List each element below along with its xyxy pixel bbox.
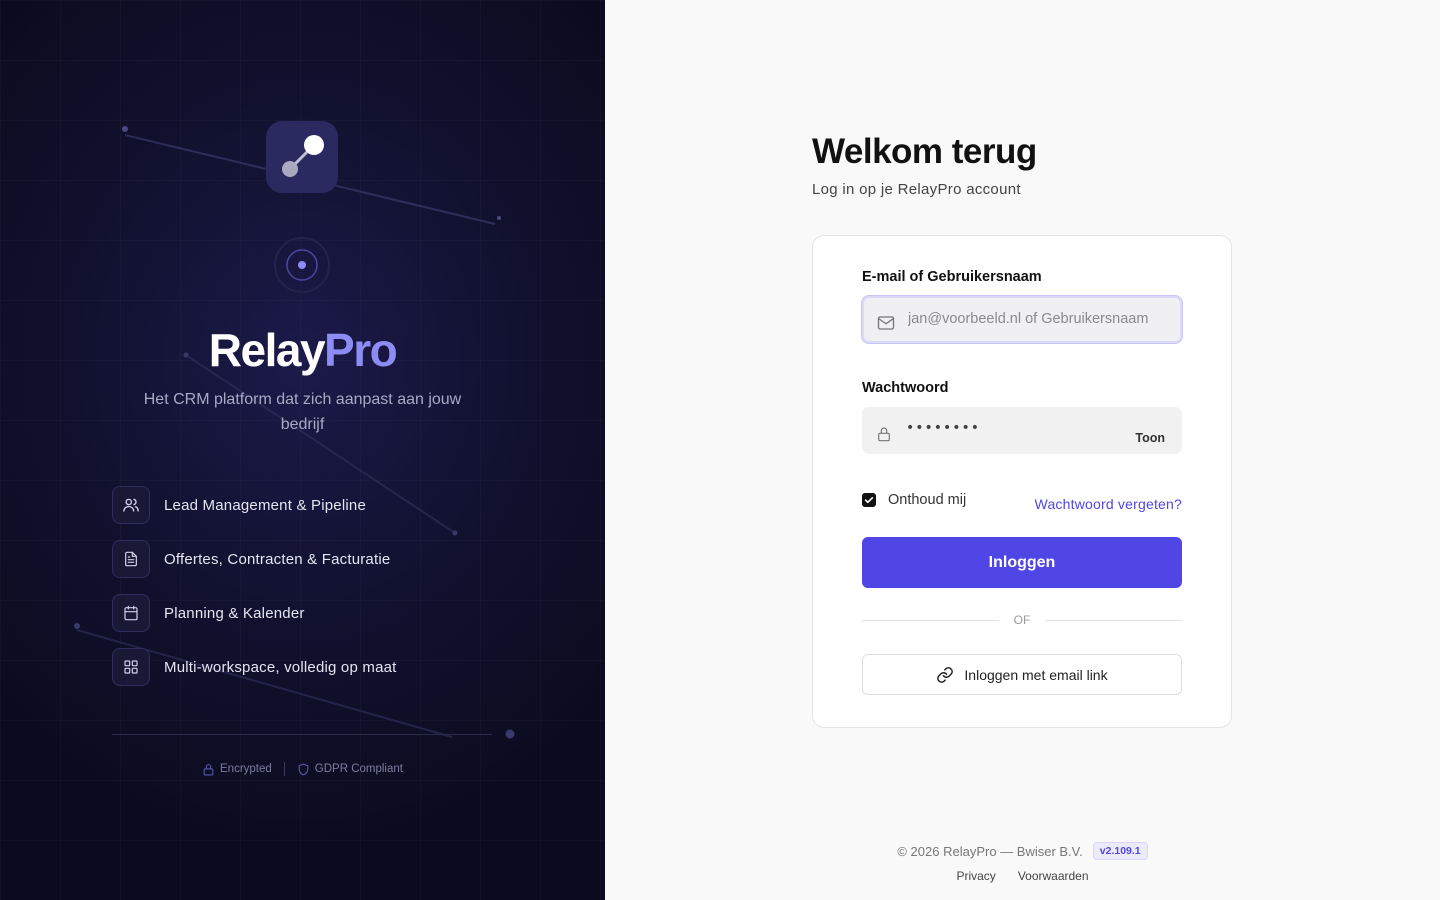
version-badge: v2.109.1 bbox=[1092, 842, 1148, 860]
tagline: Het CRM platform dat zich aanpast aan jo… bbox=[143, 391, 462, 433]
or-divider: OF bbox=[862, 613, 1183, 627]
email-label: E-mail of Gebruikersnaam bbox=[862, 269, 1042, 285]
feature-list: Lead Management & Pipeline Offertes, Con… bbox=[112, 486, 397, 702]
feature-item: Planning & Kalender bbox=[112, 594, 397, 632]
page-subtitle: Log in op je RelayPro account bbox=[812, 181, 1021, 198]
magic-link-button[interactable]: Inloggen met email link bbox=[862, 654, 1182, 695]
encrypted-badge: Encrypted bbox=[202, 763, 272, 776]
encrypted-label: Encrypted bbox=[220, 763, 272, 775]
login-panel: Welkom terug Log in op je RelayPro accou… bbox=[605, 0, 1440, 900]
app-logo bbox=[266, 121, 338, 193]
feature-label: Offertes, Contracten & Facturatie bbox=[164, 550, 391, 568]
relay-logo-icon bbox=[282, 135, 324, 177]
magic-link-label: Inloggen met email link bbox=[964, 666, 1108, 683]
forgot-password-link[interactable]: Wachtwoord vergeten? bbox=[1035, 496, 1182, 512]
page-title: Welkom terug bbox=[812, 132, 1037, 171]
login-form: E-mail of Gebruikersnaam Wachtwoord ••••… bbox=[812, 235, 1232, 728]
feature-label: Multi-workspace, volledig op maat bbox=[164, 658, 397, 676]
login-button[interactable]: Inloggen bbox=[862, 537, 1182, 588]
check-icon bbox=[864, 497, 874, 504]
copyright: © 2026 RelayPro — Bwiser B.V. bbox=[897, 843, 1083, 859]
shield-icon bbox=[298, 763, 309, 776]
brand-name: RelayPro bbox=[0, 323, 605, 377]
target-icon bbox=[274, 237, 330, 293]
brand-name-part1: Relay bbox=[208, 324, 326, 376]
feature-item: Lead Management & Pipeline bbox=[112, 486, 397, 524]
terms-link[interactable]: Voorwaarden bbox=[1018, 869, 1089, 883]
gdpr-badge: GDPR Compliant bbox=[297, 763, 403, 776]
show-password-button[interactable]: Toon bbox=[1135, 417, 1165, 445]
footer: © 2026 RelayPro — Bwiser B.V. v2.109.1 P… bbox=[605, 842, 1440, 883]
password-label: Wachtwoord bbox=[862, 380, 949, 396]
password-field[interactable]: •••••••• Toon bbox=[862, 407, 1182, 454]
grid-icon bbox=[112, 648, 150, 686]
separator bbox=[283, 762, 285, 776]
link-icon bbox=[937, 666, 954, 683]
password-input[interactable]: •••••••• bbox=[906, 420, 1135, 442]
document-icon bbox=[112, 540, 150, 578]
lock-icon bbox=[203, 763, 214, 775]
feature-label: Lead Management & Pipeline bbox=[164, 496, 367, 514]
remember-me[interactable]: Onthoud mij bbox=[862, 492, 966, 508]
mail-icon bbox=[864, 309, 908, 331]
brand-panel: RelayPro Het CRM platform dat zich aanpa… bbox=[0, 0, 605, 900]
brand-name-part2: Pro bbox=[324, 324, 398, 376]
email-field[interactable] bbox=[862, 296, 1182, 343]
privacy-link[interactable]: Privacy bbox=[956, 869, 995, 883]
gdpr-label: GDPR Compliant bbox=[314, 763, 403, 775]
trust-badges: Encrypted GDPR Compliant bbox=[0, 762, 605, 776]
divider bbox=[112, 734, 492, 735]
or-label: OF bbox=[1013, 613, 1031, 627]
email-input[interactable] bbox=[908, 310, 1180, 329]
feature-label: Planning & Kalender bbox=[164, 604, 305, 622]
remember-me-checkbox[interactable] bbox=[862, 493, 876, 507]
feature-item: Multi-workspace, volledig op maat bbox=[112, 648, 397, 686]
users-icon bbox=[112, 486, 150, 524]
divider-line bbox=[862, 619, 999, 621]
calendar-icon bbox=[112, 594, 150, 632]
divider-line bbox=[1045, 619, 1183, 621]
lock-icon bbox=[862, 419, 906, 443]
remember-me-label: Onthoud mij bbox=[888, 492, 967, 508]
feature-item: Offertes, Contracten & Facturatie bbox=[112, 540, 397, 578]
